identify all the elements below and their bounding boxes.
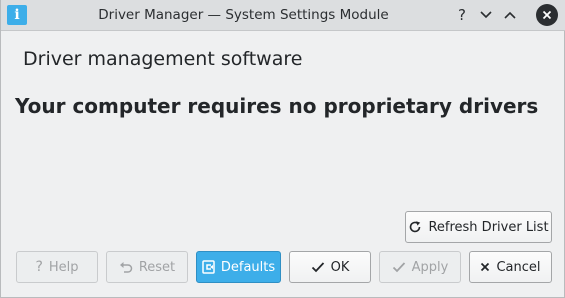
ok-button[interactable]: OK [289, 251, 371, 283]
help-label: Help [48, 259, 79, 275]
close-icon [480, 262, 490, 272]
check-icon [392, 261, 406, 273]
undo-icon [119, 261, 133, 273]
window-title: Driver Manager — System Settings Module [98, 7, 389, 23]
refresh-driver-list-label: Refresh Driver List [428, 219, 549, 235]
maximize-icon[interactable] [500, 5, 520, 25]
defaults-label: Defaults [220, 259, 276, 275]
defaults-icon [202, 260, 215, 274]
reset-label: Reset [138, 259, 176, 275]
reset-button[interactable]: Reset [106, 251, 188, 283]
title-bar[interactable]: i Driver Manager — System Settings Modul… [1, 0, 565, 31]
driver-manager-window: i Driver Manager — System Settings Modul… [0, 0, 565, 298]
cancel-label: Cancel [496, 259, 541, 275]
close-icon [542, 10, 552, 20]
chevron-up-icon [504, 11, 516, 19]
defaults-button[interactable]: Defaults [196, 251, 281, 283]
check-icon [311, 261, 325, 273]
apply-label: Apply [411, 259, 449, 275]
refresh-icon [408, 220, 422, 234]
chevron-down-icon [480, 11, 492, 19]
help-button[interactable]: ? Help [16, 251, 98, 283]
status-message: Your computer requires no proprietary dr… [15, 94, 539, 118]
context-help-icon[interactable]: ? [452, 5, 472, 25]
cancel-button[interactable]: Cancel [469, 251, 552, 283]
info-icon-glyph: i [14, 7, 20, 23]
apply-button[interactable]: Apply [379, 251, 461, 283]
context-help-glyph: ? [458, 6, 466, 24]
refresh-driver-list-button[interactable]: Refresh Driver List [405, 211, 552, 243]
ok-label: OK [330, 259, 350, 275]
help-icon: ? [35, 259, 43, 275]
close-window-button[interactable] [536, 4, 558, 26]
info-icon[interactable]: i [7, 5, 27, 25]
page-heading: Driver management software [23, 48, 303, 70]
minimize-icon[interactable] [476, 5, 496, 25]
